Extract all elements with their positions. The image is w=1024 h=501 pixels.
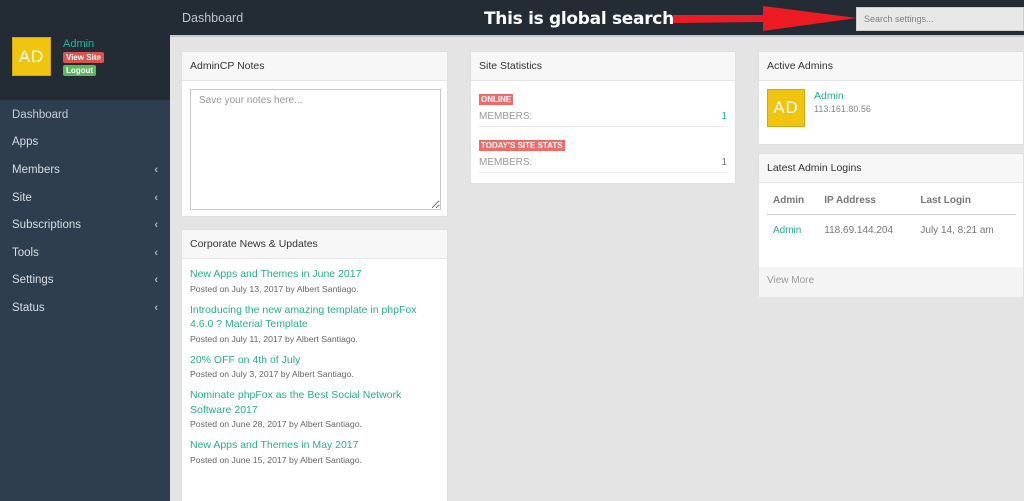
view-more-link[interactable]: View More — [759, 267, 1023, 297]
sidebar-item-settings[interactable]: Settings ‹ — [0, 267, 170, 295]
stat-badge: ONLINE — [479, 94, 514, 105]
avatar[interactable]: AD — [12, 37, 51, 76]
admin-avatar[interactable]: AD — [767, 89, 805, 127]
table-header-row: Admin IP Address Last Login — [767, 191, 1016, 215]
sidebar-item-label: Members — [12, 163, 60, 176]
news-meta: Posted on July 13, 2017 by Albert Santia… — [190, 283, 359, 294]
stat-block-today: TODAY'S SITE STATS MEMBERS: 1 — [479, 127, 727, 173]
global-search-input[interactable] — [856, 7, 1024, 31]
panel-title: AdminCP Notes — [182, 52, 447, 81]
sidebar: AD Admin View Site Logout Dashboard Apps… — [0, 0, 170, 501]
sidebar-item-label: Dashboard — [12, 108, 69, 121]
stat-badge: TODAY'S SITE STATS — [479, 140, 565, 151]
chevron-left-icon: ‹ — [154, 246, 158, 259]
news-meta: Posted on July 3, 2017 by Albert Santiag… — [190, 369, 354, 379]
sidebar-user-panel: AD Admin View Site Logout — [0, 0, 170, 100]
news-title-link[interactable]: 20% OFF on 4th of July — [190, 353, 439, 368]
corporate-news-panel: Corporate News & Updates New Apps and Th… — [181, 229, 448, 501]
news-title-link[interactable]: New Apps and Themes in May 2017 — [190, 438, 439, 453]
latest-admin-logins-panel: Latest Admin Logins Admin IP Address Las… — [758, 153, 1024, 297]
column-header-ip: IP Address — [818, 191, 915, 215]
sidebar-item-dashboard[interactable]: Dashboard — [0, 101, 170, 129]
sidebar-item-site[interactable]: Site ‹ — [0, 184, 170, 212]
news-title-link[interactable]: Nominate phpFox as the Best Social Netwo… — [190, 388, 439, 417]
stat-block-online: ONLINE MEMBERS: 1 — [479, 81, 727, 127]
notes-textarea[interactable] — [190, 89, 441, 210]
news-item: Nominate phpFox as the Best Social Netwo… — [190, 388, 439, 429]
sidebar-item-label: Site — [12, 191, 32, 204]
chevron-left-icon: ‹ — [154, 274, 158, 287]
panel-title: Site Statistics — [471, 52, 735, 81]
sidebar-nav: Dashboard Apps Members ‹ Site ‹ Subscripti… — [0, 101, 170, 322]
sidebar-item-apps[interactable]: Apps — [0, 129, 170, 157]
column-header-last-login: Last Login — [914, 191, 1016, 215]
news-meta: Posted on July 11, 2017 by Albert Santia… — [190, 333, 358, 344]
table-row: Admin 118.69.144.204 July 14, 8:21 am — [767, 215, 1016, 247]
sidebar-item-subscriptions[interactable]: Subscriptions ‹ — [0, 211, 170, 239]
login-admin-link[interactable]: Admin — [767, 215, 818, 247]
sidebar-item-status[interactable]: Status ‹ — [0, 294, 170, 322]
login-ip: 118.69.144.204 — [824, 225, 894, 236]
annotation-arrow-icon — [673, 6, 857, 31]
sidebar-item-tools[interactable]: Tools ‹ — [0, 239, 170, 267]
sidebar-item-label: Apps — [12, 136, 39, 149]
panel-title: Active Admins — [759, 52, 1023, 81]
site-statistics-panel: Site Statistics ONLINE MEMBERS: 1 TODAY'… — [470, 51, 736, 184]
chevron-left-icon: ‹ — [154, 301, 158, 314]
chevron-left-icon: ‹ — [154, 219, 158, 232]
panel-title: Latest Admin Logins — [759, 154, 1023, 183]
panel-title: Corporate News & Updates — [182, 230, 447, 259]
view-site-button[interactable]: View Site — [63, 52, 104, 63]
stat-row-label: MEMBERS: — [479, 157, 533, 168]
sidebar-item-label: Subscriptions — [12, 219, 82, 232]
chevron-left-icon: ‹ — [154, 191, 158, 204]
news-item: 20% OFF on 4th of July Posted on July 3,… — [190, 353, 439, 380]
admincp-notes-panel: AdminCP Notes — [181, 51, 448, 217]
sidebar-item-label: Settings — [12, 274, 54, 287]
user-name-link[interactable]: Admin — [63, 38, 104, 50]
page-title: Dashboard — [182, 11, 244, 25]
stat-row: MEMBERS: 1 — [479, 157, 727, 168]
login-time: July 14, 8:21 am — [920, 225, 994, 236]
news-item: New Apps and Themes in May 2017 Posted o… — [190, 438, 439, 465]
sidebar-item-label: Status — [12, 301, 45, 314]
admin-ip: 113.161.80.56 — [814, 104, 871, 114]
column-header-admin: Admin — [767, 191, 819, 215]
stat-row-label: MEMBERS: — [479, 111, 533, 122]
sidebar-item-label: Tools — [12, 246, 39, 259]
stat-row-value: 1 — [721, 157, 727, 168]
stat-row-value[interactable]: 1 — [721, 111, 727, 122]
news-title-link[interactable]: Introducing the new amazing template in … — [190, 303, 439, 332]
annotation-text: This is global search — [484, 9, 674, 29]
news-meta: Posted on June 28, 2017 by Albert Santia… — [190, 419, 362, 429]
news-item: New Apps and Themes in June 2017 Posted … — [190, 267, 439, 294]
news-list: New Apps and Themes in June 2017 Posted … — [182, 259, 447, 482]
top-bar: Dashboard This is global search — [170, 0, 1024, 37]
logout-button[interactable]: Logout — [63, 65, 97, 76]
sidebar-item-members[interactable]: Members ‹ — [0, 156, 170, 184]
news-item: Introducing the new amazing template in … — [190, 303, 439, 344]
stat-row: MEMBERS: 1 — [479, 111, 727, 122]
user-info: Admin View Site Logout — [63, 38, 104, 78]
news-title-link[interactable]: New Apps and Themes in June 2017 — [190, 267, 439, 282]
active-admins-panel: Active Admins AD Admin 113.161.80.56 — [758, 51, 1024, 145]
admin-name-link[interactable]: Admin — [814, 90, 844, 102]
news-meta: Posted on June 15, 2017 by Albert Santia… — [190, 454, 362, 465]
chevron-left-icon: ‹ — [154, 163, 158, 176]
logins-table: Admin IP Address Last Login Admin 118.69… — [767, 191, 1016, 246]
